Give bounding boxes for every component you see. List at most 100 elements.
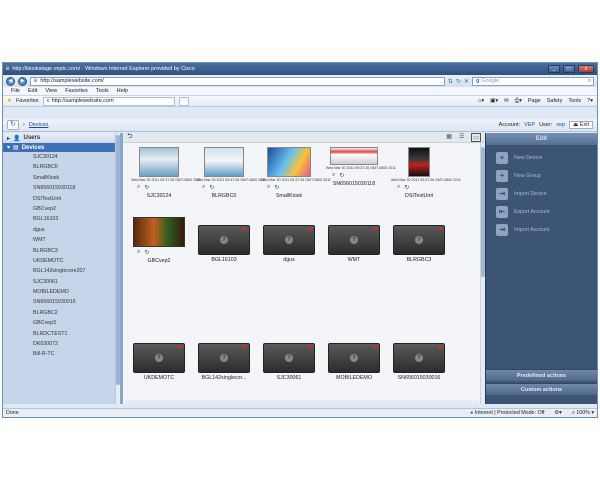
- sidebar-device-item[interactable]: BGL16103: [3, 214, 120, 224]
- maximize-button[interactable]: □: [563, 65, 575, 73]
- sidebar-device-item[interactable]: GBCvep2: [3, 204, 120, 214]
- menu-help[interactable]: Help: [117, 88, 128, 94]
- sidebar-device-item[interactable]: SJC30061: [3, 277, 120, 287]
- sidebar-users[interactable]: ▸ 👤 Users: [3, 133, 120, 143]
- device-screenshot[interactable]: [204, 147, 244, 177]
- zoom-icon[interactable]: ⌕: [267, 184, 270, 191]
- device-screenshot[interactable]: [408, 147, 430, 177]
- sidebar-device-item[interactable]: GBCvep3: [3, 318, 120, 328]
- device-offline-thumbnail[interactable]: ?: [263, 225, 315, 255]
- sidebar-device-item[interactable]: BLRDCTEST1: [3, 329, 120, 339]
- sidebar-device-item[interactable]: SJC30124: [3, 152, 120, 162]
- device-offline-thumbnail[interactable]: ?: [328, 343, 380, 373]
- feeds-icon[interactable]: ▣▾: [490, 98, 498, 105]
- sidebar-device-item[interactable]: BLRGBC0: [3, 162, 120, 172]
- device-tile[interactable]: ? dgus: [261, 225, 317, 263]
- sidebar-device-item[interactable]: MOBILEDEMO: [3, 287, 120, 297]
- sidebar-devices[interactable]: ▾ ▤ Devices: [3, 143, 120, 152]
- refresh-icon[interactable]: ↻: [144, 184, 149, 191]
- zoom-icon[interactable]: ⌕: [332, 172, 335, 179]
- device-tile[interactable]: Wed Mar 30 2011 09:37:26 GMT-0800 2011 ⌕ ↻…: [391, 147, 461, 199]
- stop-icon[interactable]: ✕: [464, 78, 469, 85]
- app-refresh-icon[interactable]: ↻: [7, 120, 19, 130]
- favorites-star-icon[interactable]: ★: [7, 98, 12, 104]
- device-tile[interactable]: Wed Mar 30 2011 09:37:26 GMT-0800 2011 ⌕ ↻…: [196, 147, 266, 199]
- zoom-icon[interactable]: ⌕: [397, 184, 400, 191]
- home-icon[interactable]: ⌂▾: [478, 98, 484, 105]
- predefined-actions-bar[interactable]: Predefined actions: [486, 369, 597, 381]
- menu-favorites[interactable]: Favorites: [65, 88, 88, 94]
- device-tile[interactable]: ? MOBILEDEMO: [326, 343, 382, 381]
- device-tile[interactable]: Wed Mar 30 2011 09:37:26 GMT-0800 2011 ⌕ ↻…: [131, 147, 201, 199]
- device-tile[interactable]: Wed Mar 30 2011 09:37:26 GMT-0800 2011 ⌕ ↻…: [326, 147, 396, 187]
- new-group-action[interactable]: + New Group: [486, 167, 597, 185]
- security-icon[interactable]: ⚙▾: [554, 410, 561, 416]
- import-account-action[interactable]: ⇥ Import Account: [486, 221, 597, 239]
- mail-icon[interactable]: ✉: [504, 98, 509, 105]
- tools-menu[interactable]: Tools: [568, 98, 581, 105]
- page-menu[interactable]: Page: [528, 98, 541, 105]
- up-arrow-icon[interactable]: ⮌: [127, 132, 133, 143]
- forward-button[interactable]: ▶: [18, 76, 27, 86]
- favorites-button[interactable]: Favorites: [16, 98, 39, 104]
- device-offline-thumbnail[interactable]: ?: [133, 343, 185, 373]
- sidebar-scroll-thumb[interactable]: [116, 135, 120, 385]
- exit-button[interactable]: ⏏ Exit: [569, 121, 593, 129]
- device-offline-thumbnail[interactable]: ?: [263, 343, 315, 373]
- zoom-icon[interactable]: ⌕: [137, 184, 140, 191]
- safety-menu[interactable]: Safety: [547, 98, 563, 105]
- menu-file[interactable]: File: [11, 88, 20, 94]
- sidebar-device-item[interactable]: BLRGBC2: [3, 308, 120, 318]
- zoom-icon[interactable]: ⌕: [137, 249, 140, 256]
- new-tab-button[interactable]: [178, 96, 189, 106]
- device-offline-thumbnail[interactable]: ?: [198, 343, 250, 373]
- thumbnail-view-icon[interactable]: ▭: [471, 133, 481, 142]
- device-screenshot[interactable]: [133, 217, 185, 247]
- collapse-icon[interactable]: ▾: [7, 144, 10, 151]
- refresh-icon[interactable]: ↻: [274, 184, 279, 191]
- help-icon[interactable]: ?▾: [587, 98, 593, 105]
- import-device-action[interactable]: ⇥ Import Device: [486, 185, 597, 203]
- menu-view[interactable]: View: [45, 88, 57, 94]
- search-icon[interactable]: ⌕: [588, 78, 593, 85]
- refresh-icon[interactable]: ↻: [144, 249, 149, 256]
- address-field[interactable]: e http://samplewebsite.com/: [30, 76, 445, 86]
- menu-tools[interactable]: Tools: [96, 88, 109, 94]
- refresh-icon[interactable]: ↻: [456, 78, 461, 85]
- sidebar-device-item[interactable]: SN656015030016: [3, 297, 120, 307]
- device-offline-thumbnail[interactable]: ?: [393, 225, 445, 255]
- search-input[interactable]: g Google ⌕: [472, 76, 594, 86]
- device-offline-thumbnail[interactable]: ?: [393, 343, 445, 373]
- refresh-icon[interactable]: ↻: [209, 184, 214, 191]
- device-tile[interactable]: ? WMT: [326, 225, 382, 263]
- sidebar-device-item[interactable]: dgus: [3, 225, 120, 235]
- compat-icon[interactable]: ⇅: [448, 78, 453, 85]
- device-tile[interactable]: ⌕ ↻ GBCvep2: [131, 217, 187, 264]
- sidebar-device-item[interactable]: UKDEMOTC: [3, 256, 120, 266]
- custom-actions-bar[interactable]: Custom actions: [486, 383, 597, 395]
- close-button[interactable]: x: [578, 65, 594, 73]
- device-offline-thumbnail[interactable]: ?: [198, 225, 250, 255]
- sidebar-device-item[interactable]: BGL142singlecore207: [3, 266, 120, 276]
- device-tile[interactable]: ? UKDEMOTC: [131, 343, 187, 381]
- device-offline-thumbnail[interactable]: ?: [328, 225, 380, 255]
- device-tile[interactable]: ? BGL16103: [196, 225, 252, 263]
- device-tile[interactable]: ? BLRGBC3: [391, 225, 447, 263]
- expand-icon[interactable]: ▸: [7, 135, 10, 142]
- new-device-action[interactable]: + New Device: [486, 149, 597, 167]
- zoom-control[interactable]: ⌕ 100% ▾: [572, 410, 594, 417]
- sidebar-device-item[interactable]: SmallKiosk: [3, 173, 120, 183]
- sidebar-device-item[interactable]: BLRGBC3: [3, 246, 120, 256]
- device-screenshot[interactable]: [139, 147, 179, 177]
- sidebar-device-item[interactable]: WMT: [3, 235, 120, 245]
- device-screenshot[interactable]: [267, 147, 311, 177]
- refresh-icon[interactable]: ↻: [339, 172, 344, 179]
- sidebar-device-item[interactable]: Bill-R-TC: [3, 349, 120, 359]
- export-account-action[interactable]: ⇤ Export Account: [486, 203, 597, 221]
- sidebar-device-item[interactable]: DSITestUnit: [3, 194, 120, 204]
- device-tile[interactable]: Wed Mar 30 2011 09:37:26 GMT-0800 2011 ⌕ ↻…: [261, 147, 331, 199]
- sidebar-device-item[interactable]: DK030072: [3, 339, 120, 349]
- device-tile[interactable]: ? BGL142singlecor...: [196, 343, 252, 381]
- sidebar-device-item[interactable]: SN656015030118: [3, 183, 120, 193]
- menu-edit[interactable]: Edit: [28, 88, 37, 94]
